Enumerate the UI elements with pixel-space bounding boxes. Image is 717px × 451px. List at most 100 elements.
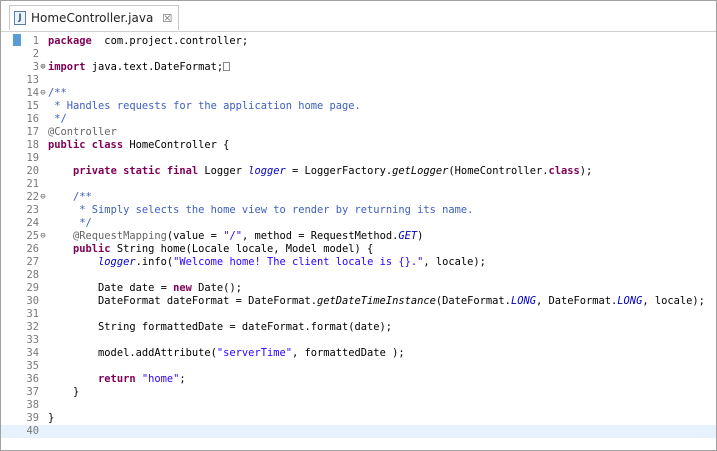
code-line[interactable]: 28 xyxy=(1,269,716,282)
code-text: */ xyxy=(48,113,67,126)
line-number: 36 xyxy=(26,373,39,385)
code-line[interactable]: 21 xyxy=(1,178,716,191)
code-token: */ xyxy=(48,113,67,125)
code-line[interactable]: 25 @RequestMapping(value = "/", method =… xyxy=(1,230,716,243)
line-number: 28 xyxy=(26,269,39,281)
code-line[interactable]: 15 * Handles requests for the applicatio… xyxy=(1,100,716,113)
line-number: 32 xyxy=(26,321,39,333)
code-line[interactable]: 1 package com.project.controller; xyxy=(1,35,716,48)
code-token: com.project.controller; xyxy=(91,35,249,47)
code-line[interactable]: 22 /** xyxy=(1,191,716,204)
code-text: return "home"; xyxy=(48,373,186,386)
code-text: * Simply selects the home view to render… xyxy=(48,204,473,217)
code-line[interactable]: 16 */ xyxy=(1,113,716,126)
code-token: public xyxy=(73,243,111,255)
code-line[interactable]: 33 xyxy=(1,334,716,347)
code-text: @RequestMapping(value = "/", method = Re… xyxy=(48,230,423,243)
code-line[interactable]: 24 */ xyxy=(1,217,716,230)
collapsed-import-icon[interactable] xyxy=(223,62,231,71)
code-line[interactable]: 20 private static final Logger logger = … xyxy=(1,165,716,178)
code-line[interactable]: 3 import java.text.DateFormat; xyxy=(1,61,716,74)
line-number: 30 xyxy=(26,295,39,307)
code-token: private static final xyxy=(73,165,199,177)
code-token: */ xyxy=(73,217,92,229)
code-token: Date date = xyxy=(48,282,174,294)
code-token: DateFormat dateFormat = DateFormat. xyxy=(48,295,317,307)
code-text: /** xyxy=(48,191,92,204)
code-token: = LoggerFactory. xyxy=(285,165,393,177)
line-number: 21 xyxy=(26,178,39,190)
line-number: 34 xyxy=(26,347,39,359)
code-text: import java.text.DateFormat; xyxy=(48,61,231,74)
code-token: "serverTime" xyxy=(216,347,292,359)
line-number: 38 xyxy=(26,399,39,411)
code-token: (value = xyxy=(166,230,224,242)
code-editor[interactable]: 1 package com.project.controller; 23 import… xyxy=(1,32,716,450)
code-token: } xyxy=(48,412,55,424)
code-text: package com.project.controller; xyxy=(48,35,248,48)
code-token: package xyxy=(48,35,92,47)
code-token: String formattedDate = dateFormat.format… xyxy=(48,321,393,333)
code-token: ); xyxy=(579,165,593,177)
code-token: public class xyxy=(48,139,124,151)
code-line[interactable]: 17 @Controller xyxy=(1,126,716,139)
code-line[interactable]: 26 public String home(Locale locale, Mod… xyxy=(1,243,716,256)
tab-homecontroller[interactable]: J HomeController.java ☒ xyxy=(9,5,180,30)
code-line[interactable]: 27 logger.info("Welcome home! The client… xyxy=(1,256,716,269)
collapse-fold-icon[interactable] xyxy=(39,194,47,201)
code-line[interactable]: 38 xyxy=(1,399,716,412)
code-token: Date(); xyxy=(191,282,242,294)
code-line[interactable]: 30 DateFormat dateFormat = DateFormat.ge… xyxy=(1,295,716,308)
line-number: 31 xyxy=(26,308,39,320)
code-token: , DateFormat. xyxy=(535,295,618,307)
code-token: @Controller xyxy=(48,126,117,138)
code-token: * Simply selects the home view to render… xyxy=(73,204,474,216)
collapse-fold-icon[interactable] xyxy=(39,233,47,240)
code-token: class xyxy=(548,165,580,177)
line-number: 1 xyxy=(32,35,39,47)
line-number: 29 xyxy=(26,282,39,294)
code-text: model.addAttribute("serverTime", formatt… xyxy=(48,347,405,360)
code-text: DateFormat dateFormat = DateFormat.getDa… xyxy=(48,295,705,308)
close-tab-icon[interactable]: ☒ xyxy=(162,12,172,25)
code-line[interactable]: 37 } xyxy=(1,386,716,399)
code-line[interactable]: 2 xyxy=(1,48,716,61)
code-line[interactable]: 29 Date date = new Date(); xyxy=(1,282,716,295)
code-token: getDateTimeInstance xyxy=(317,295,436,307)
code-token: * Handles requests for the application h… xyxy=(48,100,361,112)
code-token: /** xyxy=(73,191,92,203)
line-number: 15 xyxy=(26,100,39,112)
code-token: GET xyxy=(398,230,418,242)
code-line[interactable]: 32 String formattedDate = dateFormat.for… xyxy=(1,321,716,334)
code-token: ; xyxy=(179,373,186,385)
code-token: getLogger xyxy=(392,165,449,177)
code-line[interactable]: 36 return "home"; xyxy=(1,373,716,386)
code-token: , locale); xyxy=(423,256,486,268)
code-line[interactable]: 14 /** xyxy=(1,87,716,100)
tab-title: HomeController.java xyxy=(31,11,154,25)
code-line[interactable]: 34 model.addAttribute("serverTime", form… xyxy=(1,347,716,360)
line-number: 39 xyxy=(26,412,39,424)
line-number: 35 xyxy=(26,360,39,372)
code-line[interactable]: 13 xyxy=(1,74,716,87)
line-number: 24 xyxy=(26,217,39,229)
code-line[interactable]: 35 xyxy=(1,360,716,373)
expand-fold-icon[interactable] xyxy=(39,64,47,71)
code-line[interactable]: 40 xyxy=(1,425,716,438)
code-token: logger xyxy=(248,165,286,177)
code-line[interactable]: 31 xyxy=(1,308,716,321)
code-line[interactable]: 23 * Simply selects the home view to ren… xyxy=(1,204,716,217)
collapse-fold-icon[interactable] xyxy=(39,90,47,97)
code-line[interactable]: 19 xyxy=(1,152,716,165)
code-line[interactable]: 39} xyxy=(1,412,716,425)
code-token: ) xyxy=(417,230,424,242)
code-line[interactable]: 18 public class HomeController { xyxy=(1,139,716,152)
code-text: } xyxy=(48,412,54,425)
